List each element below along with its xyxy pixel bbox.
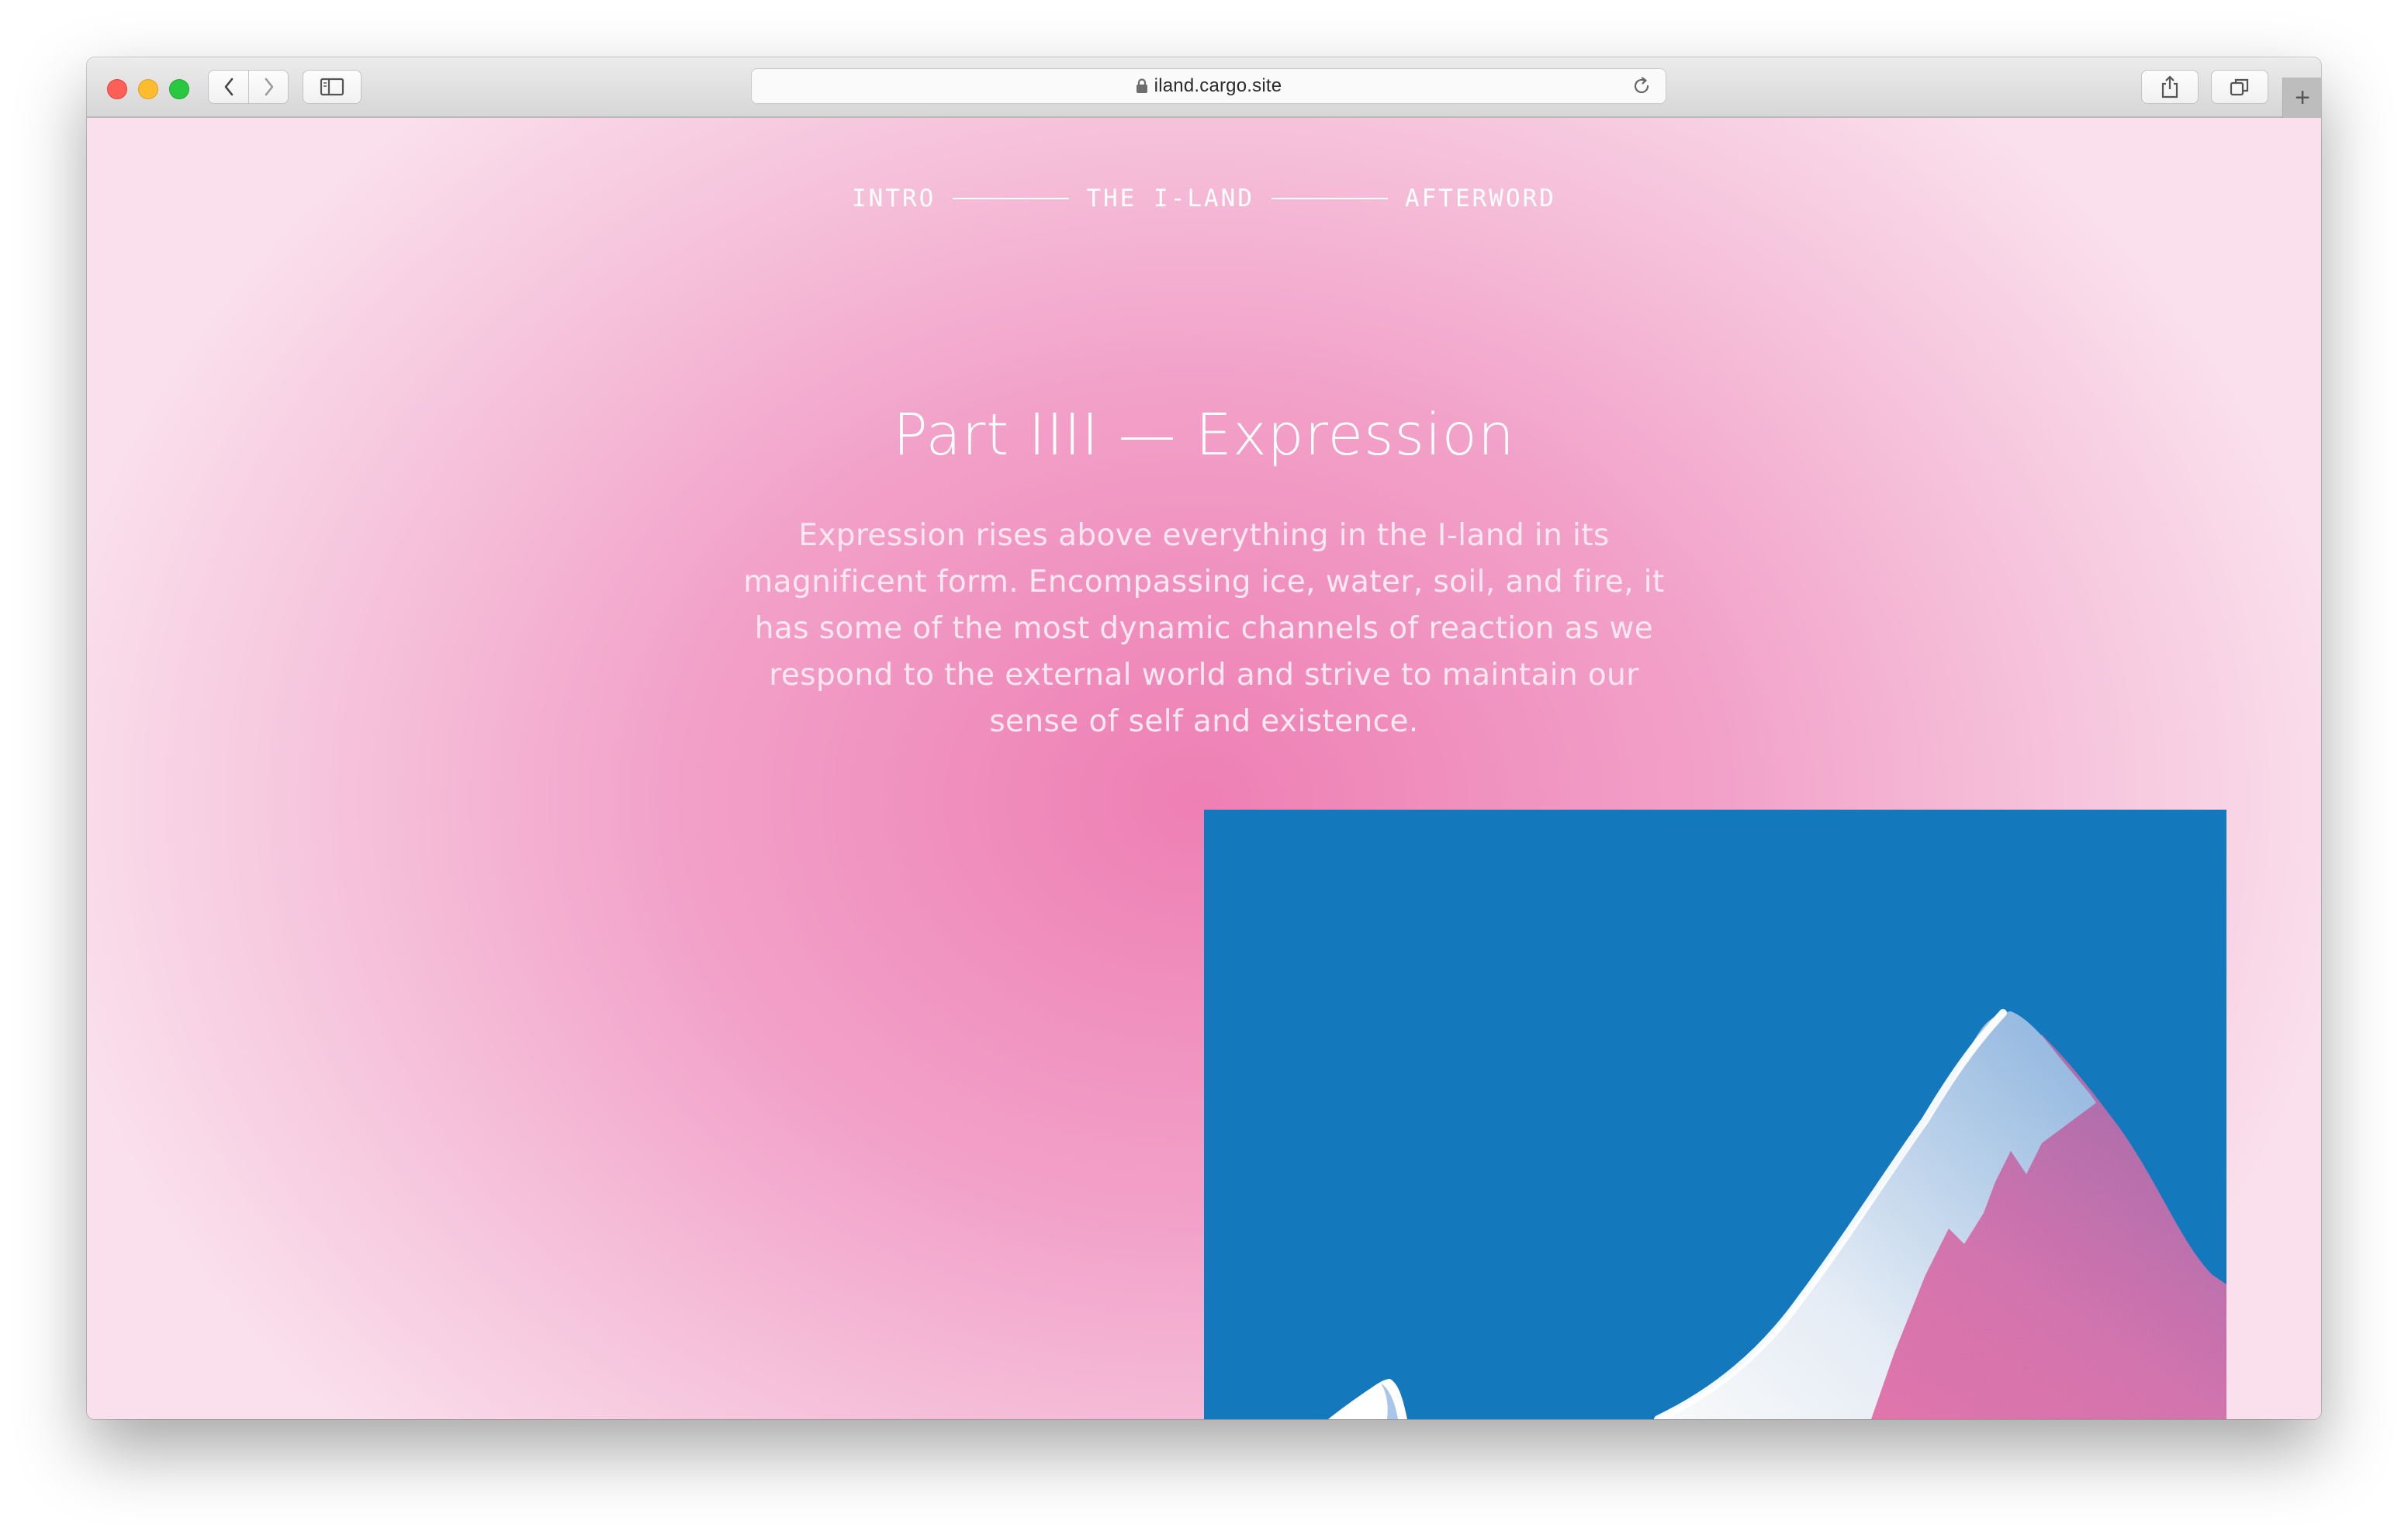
nav-divider xyxy=(1271,198,1388,199)
browser-window: iland.cargo.site + INTRO THE I-LAND AFTE… xyxy=(87,57,2321,1419)
share-icon xyxy=(2161,75,2178,98)
chevron-right-icon xyxy=(265,78,273,96)
back-button[interactable] xyxy=(209,71,249,103)
url-text: iland.cargo.site xyxy=(1154,75,1282,96)
close-window-button[interactable] xyxy=(107,79,127,99)
show-tabs-button[interactable] xyxy=(2211,70,2268,104)
history-nav-group xyxy=(208,70,289,104)
mountain-illustration xyxy=(1204,810,2226,1419)
maximize-window-button[interactable] xyxy=(169,79,189,99)
new-tab-button[interactable]: + xyxy=(2282,78,2321,118)
minimize-window-button[interactable] xyxy=(138,79,158,99)
nav-link-intro[interactable]: INTRO xyxy=(852,185,936,212)
forward-button[interactable] xyxy=(249,71,289,103)
browser-toolbar: iland.cargo.site + xyxy=(87,57,2321,118)
page-viewport: INTRO THE I-LAND AFTERWORD Part IIII — E… xyxy=(87,118,2321,1419)
nav-link-afterword[interactable]: AFTERWORD xyxy=(1405,185,1556,212)
nav-link-the-i-land[interactable]: THE I-LAND xyxy=(1086,185,1254,212)
site-nav: INTRO THE I-LAND AFTERWORD xyxy=(87,185,2321,212)
section-body: Expression rises above everything in the… xyxy=(743,518,1665,739)
url-display[interactable]: iland.cargo.site xyxy=(752,69,1666,103)
sidebar-toggle-button[interactable] xyxy=(303,70,362,104)
lock-icon xyxy=(1136,78,1148,94)
reload-icon[interactable] xyxy=(1631,76,1652,100)
mountain-illustration-art xyxy=(1328,1009,2226,1419)
chevron-left-icon xyxy=(224,78,233,96)
sidebar-icon xyxy=(320,78,344,96)
address-bar[interactable]: iland.cargo.site xyxy=(751,68,1666,104)
tabs-icon xyxy=(2230,78,2249,96)
share-button[interactable] xyxy=(2141,70,2199,104)
section-title: Part IIII — Expression xyxy=(893,401,1515,468)
plus-icon: + xyxy=(2295,82,2310,112)
nav-divider xyxy=(953,198,1070,199)
